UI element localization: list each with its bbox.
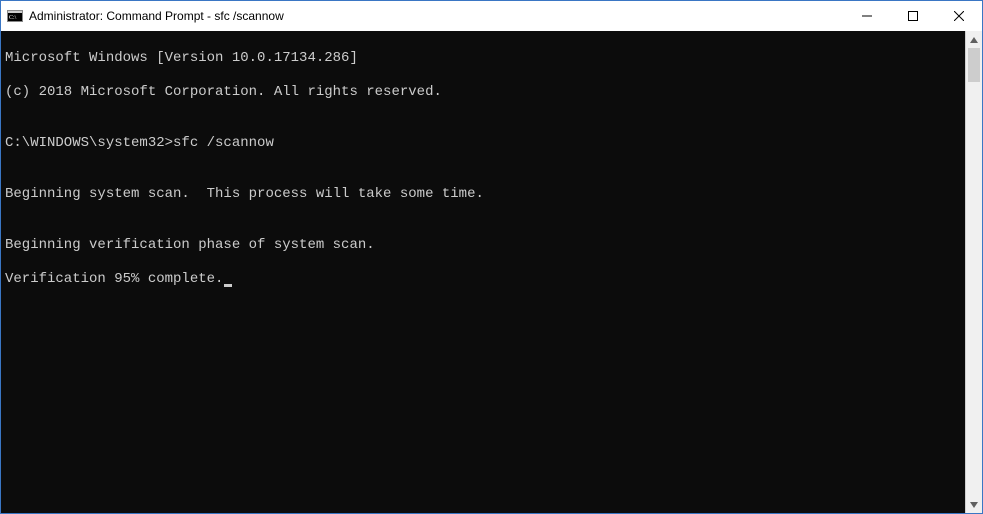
window-controls (844, 1, 982, 31)
svg-text:C:\: C:\ (9, 15, 17, 21)
text-cursor (224, 284, 232, 287)
command-prompt-window: C:\ Administrator: Command Prompt - sfc … (0, 0, 983, 514)
console-line: (c) 2018 Microsoft Corporation. All righ… (5, 84, 961, 101)
console-line: Beginning system scan. This process will… (5, 186, 961, 203)
maximize-button[interactable] (890, 1, 936, 31)
console-output[interactable]: Microsoft Windows [Version 10.0.17134.28… (1, 31, 965, 513)
minimize-button[interactable] (844, 1, 890, 31)
scroll-down-button[interactable] (966, 496, 982, 513)
scroll-up-button[interactable] (966, 31, 982, 48)
titlebar[interactable]: C:\ Administrator: Command Prompt - sfc … (1, 1, 982, 31)
scrollbar-thumb[interactable] (968, 48, 980, 82)
window-title: Administrator: Command Prompt - sfc /sca… (29, 9, 284, 23)
console-text: Verification 95% complete. (5, 271, 223, 287)
vertical-scrollbar[interactable] (965, 31, 982, 513)
scrollbar-track[interactable] (966, 48, 982, 496)
console-line: Microsoft Windows [Version 10.0.17134.28… (5, 50, 961, 67)
cmd-icon: C:\ (7, 8, 23, 24)
console-line: Verification 95% complete. (5, 271, 961, 288)
console-line: Beginning verification phase of system s… (5, 237, 961, 254)
console-prompt-line: C:\WINDOWS\system32>sfc /scannow (5, 135, 961, 152)
close-button[interactable] (936, 1, 982, 31)
client-area: Microsoft Windows [Version 10.0.17134.28… (1, 31, 982, 513)
